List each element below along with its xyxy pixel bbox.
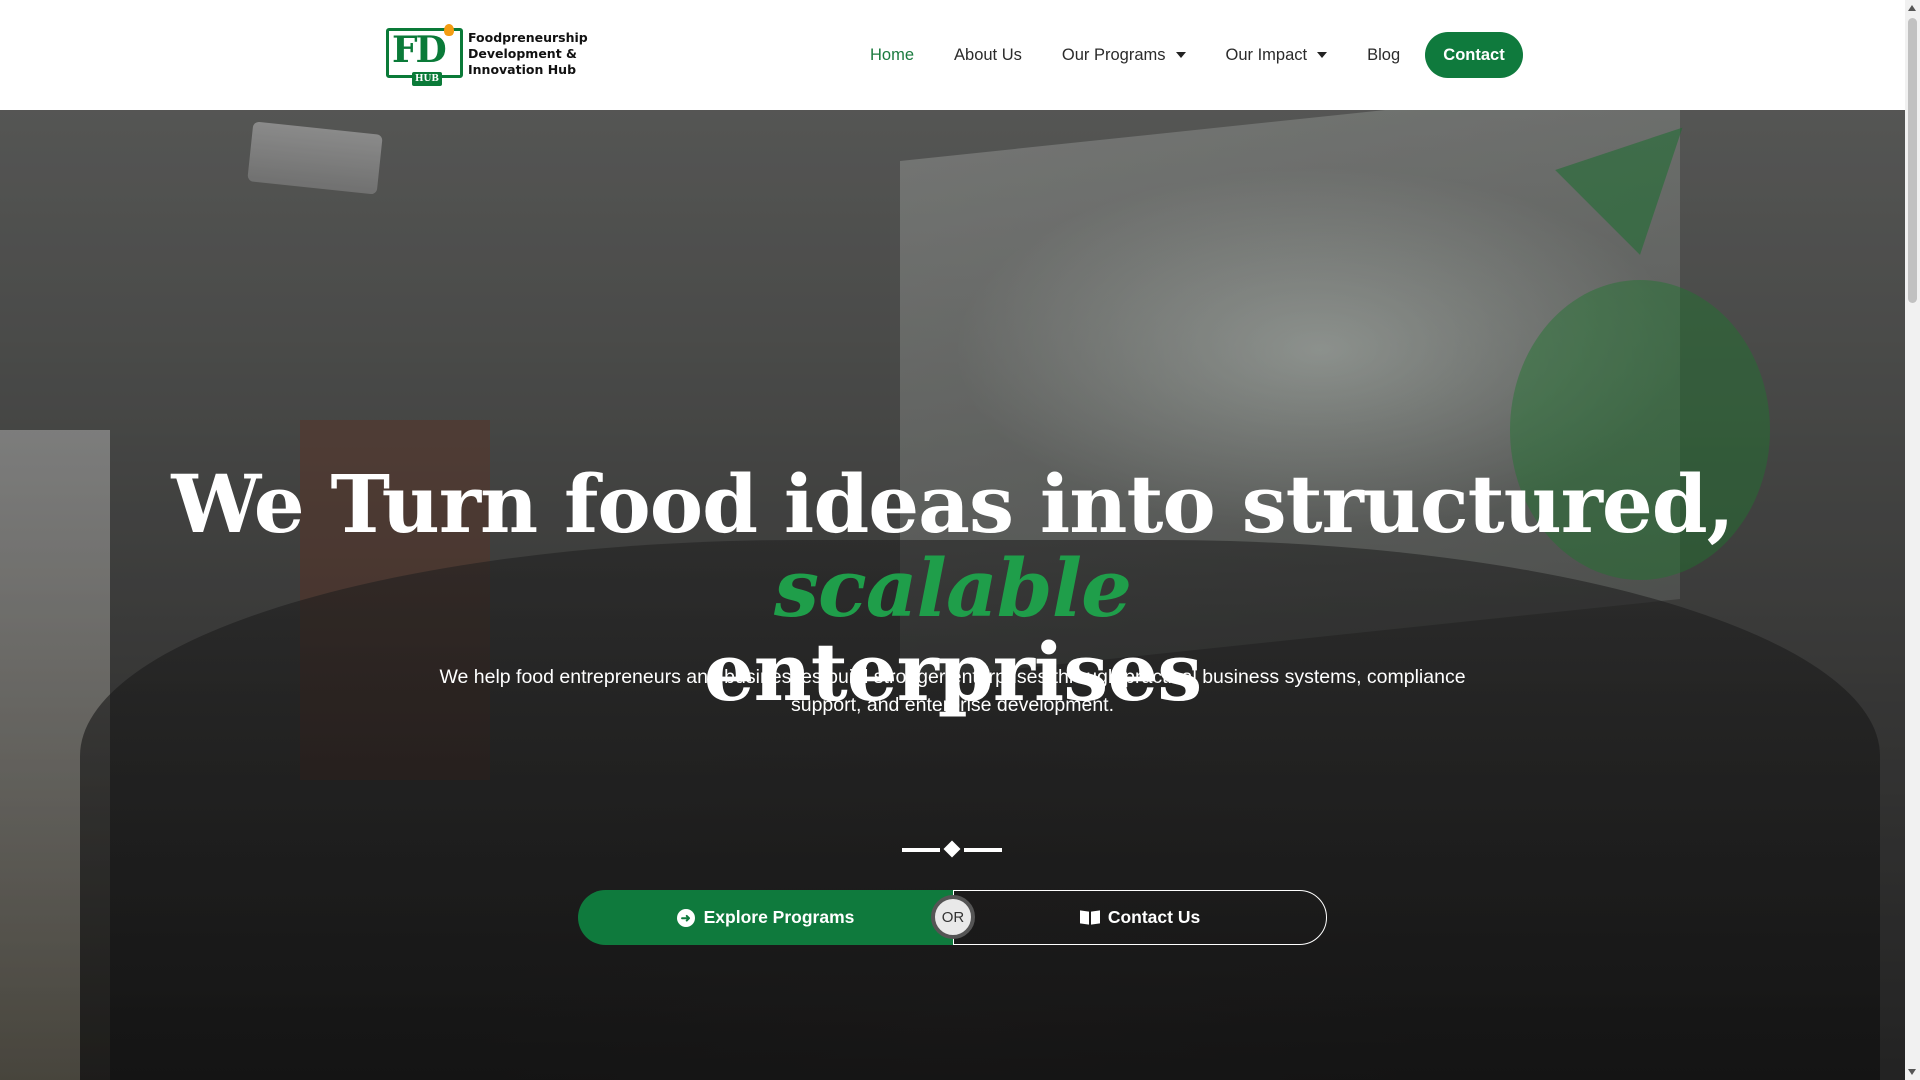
main-nav: Home About Us Our Programs Our Impact Bl…	[870, 32, 1440, 78]
nav-item-label: Home	[870, 45, 915, 64]
site-header: FD HUB Foodpreneurship Development & Inn…	[0, 0, 1905, 110]
decorative-divider	[902, 840, 1002, 858]
hero-subtext: We help food entrepreneurs and businesse…	[439, 666, 1466, 716]
nav-item-about-us[interactable]: About Us	[954, 46, 1022, 65]
contact-us-label: Contact Us	[1107, 907, 1201, 927]
page-scrollbar[interactable]	[1905, 0, 1920, 1080]
brand-logo[interactable]: FD HUB Foodpreneurship Development & Inn…	[386, 24, 603, 86]
hero-content: We Turn food ideas into structured, scal…	[0, 110, 1905, 1080]
logo-mark: FD HUB	[386, 24, 464, 86]
nav-item-label: Our Impact	[1225, 45, 1308, 64]
divider-line	[902, 848, 940, 852]
headline-main: We Turn food ideas into structured,	[171, 457, 1734, 551]
or-separator-badge: OR	[931, 895, 975, 939]
hero-section: We Turn food ideas into structured, scal…	[0, 110, 1905, 1080]
contact-us-button[interactable]: Contact Us	[953, 890, 1327, 945]
diamond-icon	[943, 840, 961, 858]
nav-item-label: Blog	[1367, 45, 1401, 64]
nav-item-home[interactable]: Home	[870, 46, 914, 65]
caret-down-icon[interactable]	[1317, 52, 1328, 58]
contact-button[interactable]: Contact	[1425, 32, 1523, 78]
nav-item-our-impact[interactable]: Our Impact	[1226, 46, 1328, 65]
divider-line	[964, 848, 1002, 852]
nav-item-label: About Us	[954, 45, 1022, 64]
nav-item-label: Our Programs	[1061, 45, 1166, 64]
caret-down-icon[interactable]	[1175, 52, 1186, 58]
explore-programs-label: Explore Programs	[703, 907, 855, 927]
scroll-up-arrow-icon[interactable]	[1908, 5, 1916, 11]
logo-hub-badge: HUB	[412, 72, 442, 86]
brand-name-line: Innovation Hub	[468, 62, 577, 77]
scrollbar-thumb[interactable]	[1908, 18, 1917, 303]
arrow-circle-right-icon: ➜	[676, 908, 695, 927]
headline-accent: scalable	[773, 541, 1132, 635]
brand-name-line: Foodpreneurship	[468, 30, 588, 45]
brand-name: Foodpreneurship Development & Innovation…	[468, 30, 603, 78]
nav-item-blog[interactable]: Blog	[1367, 46, 1400, 65]
book-open-icon	[1080, 911, 1100, 925]
explore-programs-button[interactable]: ➜ Explore Programs	[578, 890, 953, 945]
scroll-down-arrow-icon[interactable]	[1908, 1069, 1916, 1075]
nav-item-our-programs[interactable]: Our Programs	[1062, 46, 1186, 65]
logo-initials: FD	[392, 29, 447, 71]
lightbulb-icon	[444, 24, 454, 36]
brand-name-line: Development &	[468, 46, 577, 61]
